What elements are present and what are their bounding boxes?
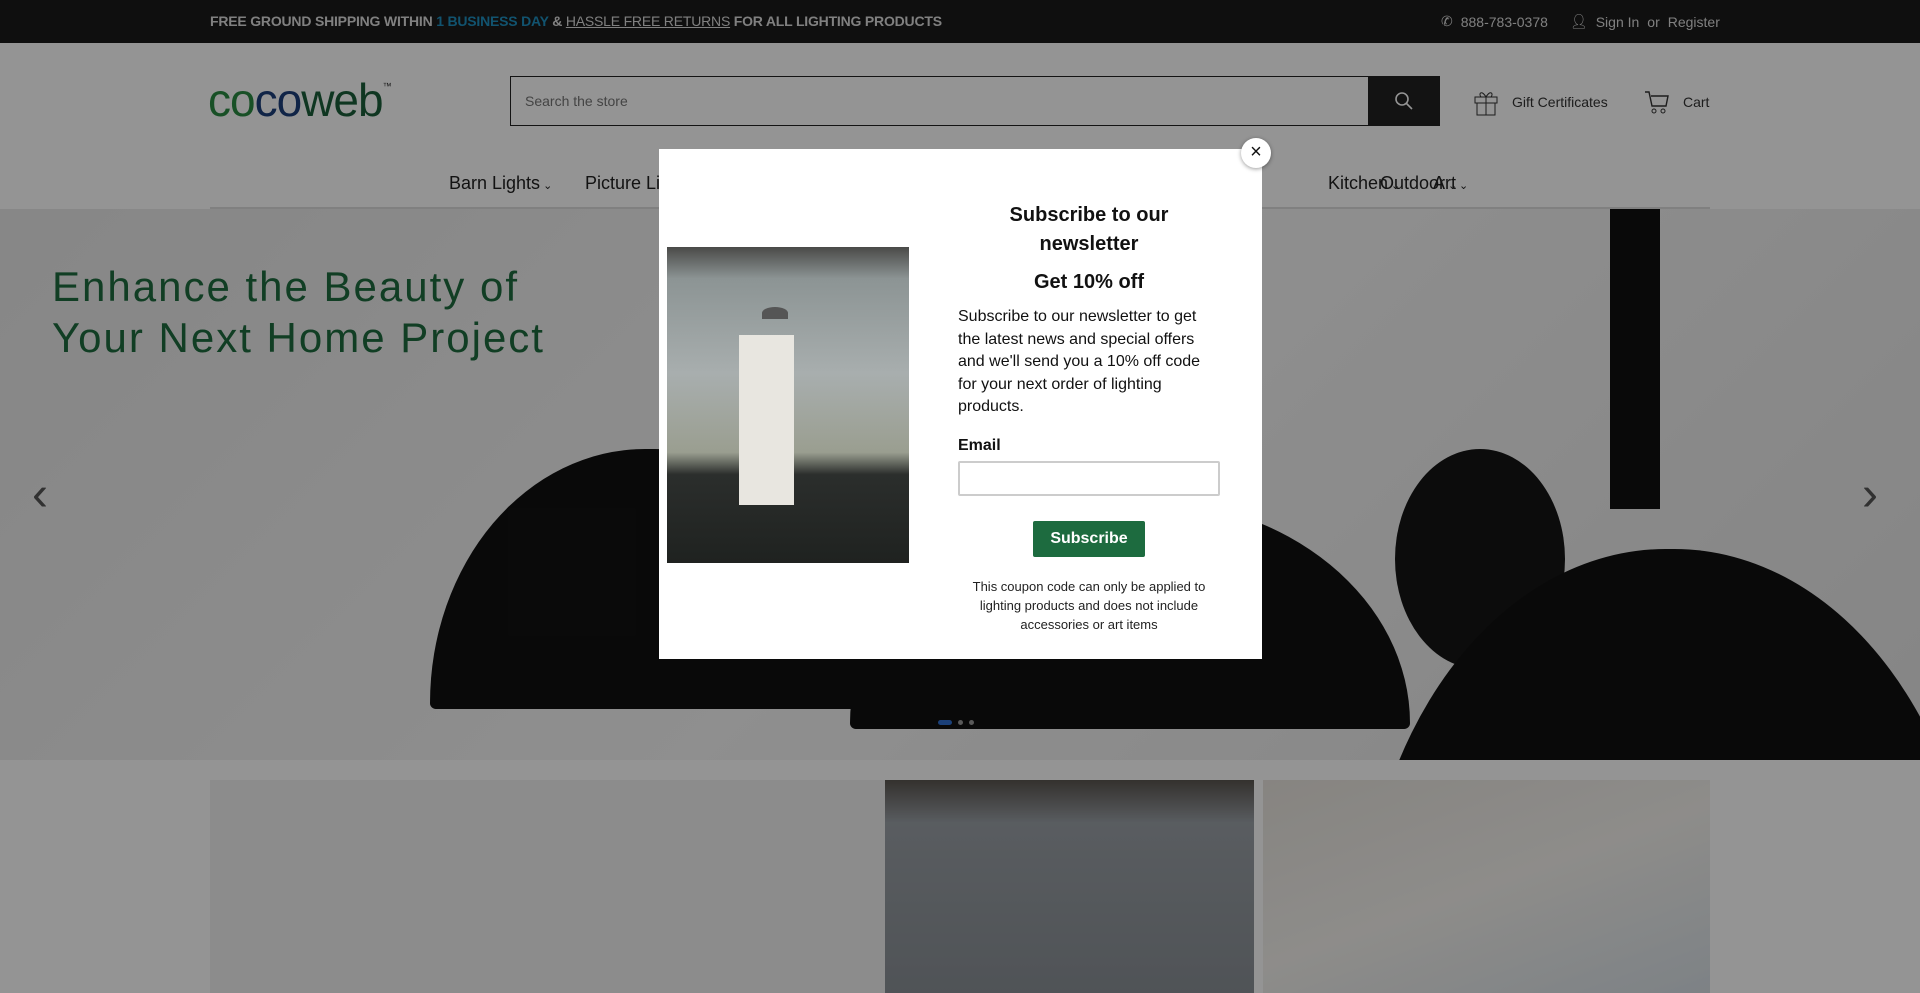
coupon-fine-print: This coupon code can only be applied to … (972, 578, 1206, 632)
email-field[interactable] (958, 460, 1220, 496)
modal-body: Subscribe to our newsletter to get the l… (958, 308, 1201, 415)
newsletter-modal: Subscribe to our newsletter Get 10% off … (659, 149, 1262, 659)
modal-subtitle: Get 10% off (1033, 271, 1145, 293)
modal-title: Subscribe to our newsletter (1009, 204, 1169, 255)
subscribe-button[interactable]: Subscribe (1033, 520, 1145, 557)
modal-kitchen-image (667, 247, 909, 563)
door-shape (739, 335, 794, 505)
email-label: Email (958, 436, 1001, 454)
close-icon[interactable]: × (1241, 138, 1271, 168)
lamp-shape (762, 307, 788, 319)
